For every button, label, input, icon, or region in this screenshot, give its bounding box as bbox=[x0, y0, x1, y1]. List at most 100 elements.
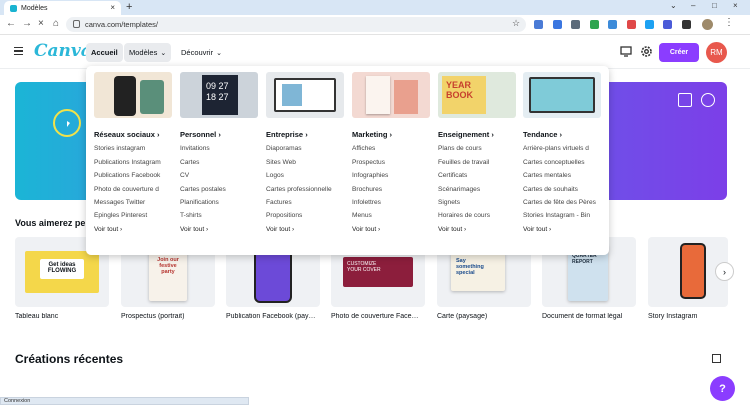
home-icon[interactable]: ⌂ bbox=[53, 18, 59, 29]
window-close-icon[interactable]: × bbox=[733, 1, 738, 10]
suggestions-title: Vous aimerez pe bbox=[15, 218, 86, 228]
column-image bbox=[266, 72, 344, 118]
menu-item[interactable]: Plans de cours bbox=[438, 145, 518, 152]
minimize-icon[interactable]: – bbox=[691, 1, 695, 10]
tile-label: Story Instagram bbox=[648, 313, 698, 320]
url-text: canva.com/templates/ bbox=[85, 20, 158, 29]
profile-avatar-icon[interactable] bbox=[702, 19, 713, 30]
menu-item[interactable]: CV bbox=[180, 172, 260, 179]
stop-icon[interactable]: × bbox=[38, 18, 44, 29]
chevron-down-icon: ⌄ bbox=[216, 49, 222, 57]
menu-item[interactable]: Factures bbox=[266, 199, 346, 206]
menu-item[interactable]: Stories Instagram - Bin bbox=[523, 212, 603, 219]
tile-thumbnail: Join our festive party bbox=[149, 247, 187, 301]
menu-item[interactable]: Signets bbox=[438, 199, 518, 206]
bookmark-star-icon[interactable]: ☆ bbox=[512, 18, 520, 29]
extension-icon[interactable] bbox=[663, 20, 672, 29]
menu-item[interactable]: Photo de couverture d bbox=[94, 186, 174, 193]
menu-item[interactable]: T-shirts bbox=[180, 212, 260, 219]
gear-icon[interactable] bbox=[640, 45, 653, 58]
menu-item[interactable]: Diaporamas bbox=[266, 145, 346, 152]
menu-item[interactable]: Planifications bbox=[180, 199, 260, 206]
lock-icon bbox=[73, 20, 80, 28]
see-all-link[interactable]: Voir tout › bbox=[438, 226, 518, 233]
menu-item[interactable]: Épingles Pinterest bbox=[94, 212, 174, 219]
back-icon[interactable]: ← bbox=[6, 18, 16, 29]
help-button[interactable]: ? bbox=[710, 376, 735, 401]
menu-item[interactable]: Propositions bbox=[266, 212, 346, 219]
tile-label: Publication Facebook (pay… bbox=[226, 313, 316, 320]
monitor-icon[interactable] bbox=[620, 46, 632, 57]
close-tab-icon[interactable]: × bbox=[110, 3, 115, 12]
carousel-next-button[interactable]: › bbox=[715, 262, 734, 281]
column-heading[interactable]: Entreprise › bbox=[266, 130, 346, 139]
column-heading[interactable]: Enseignement › bbox=[438, 130, 518, 139]
tile-label: Carte (paysage) bbox=[437, 313, 488, 320]
grid-view-icon[interactable] bbox=[712, 354, 721, 363]
extension-icon[interactable] bbox=[627, 20, 636, 29]
canva-logo[interactable]: Canva bbox=[34, 41, 92, 61]
recent-designs-title: Créations récentes bbox=[15, 352, 124, 366]
see-all-link[interactable]: Voir tout › bbox=[266, 226, 346, 233]
menu-item[interactable]: Cartes conceptuelles bbox=[523, 159, 603, 166]
user-avatar[interactable]: RM bbox=[706, 42, 727, 63]
tab-search-icon[interactable]: ⌄ bbox=[670, 1, 677, 10]
column-image: YEAR BOOK bbox=[438, 72, 516, 118]
menu-item[interactable]: Brochures bbox=[352, 186, 432, 193]
crop-icon[interactable] bbox=[678, 93, 692, 107]
menu-item[interactable]: Invitations bbox=[180, 145, 260, 152]
column-heading[interactable]: Tendance › bbox=[523, 130, 603, 139]
see-all-link[interactable]: Voir tout › bbox=[180, 226, 260, 233]
url-field[interactable]: canva.com/templates/ bbox=[66, 17, 526, 32]
see-all-link[interactable]: Voir tout › bbox=[523, 226, 603, 233]
menu-item[interactable]: Prospectus bbox=[352, 159, 432, 166]
canva-favicon-icon bbox=[10, 4, 17, 12]
menu-item[interactable]: Arrière-plans virtuels d bbox=[523, 145, 603, 152]
menu-item[interactable]: Logos bbox=[266, 172, 346, 179]
menu-item[interactable]: Messages Twitter bbox=[94, 199, 174, 206]
new-tab-icon[interactable]: + bbox=[126, 1, 132, 13]
menu-item[interactable]: Cartes mentales bbox=[523, 172, 603, 179]
nav-decouvrir[interactable]: Découvrir ⌄ bbox=[176, 43, 227, 62]
browser-menu-icon[interactable]: ⋮ bbox=[724, 17, 734, 28]
extension-icon[interactable] bbox=[608, 20, 617, 29]
menu-item[interactable]: Certificats bbox=[438, 172, 518, 179]
menu-item[interactable]: Infolettres bbox=[352, 199, 432, 206]
extension-icon[interactable] bbox=[645, 20, 654, 29]
maximize-icon[interactable]: □ bbox=[712, 1, 717, 10]
nav-accueil[interactable]: Accueil bbox=[86, 43, 123, 62]
menu-item[interactable]: Publications Instagram bbox=[94, 159, 174, 166]
menu-item[interactable]: Affiches bbox=[352, 145, 432, 152]
create-button[interactable]: Créer bbox=[659, 43, 699, 62]
menu-item[interactable]: Menus bbox=[352, 212, 432, 219]
menu-item[interactable]: Horaires de cours bbox=[438, 212, 518, 219]
column-heading[interactable]: Personnel › bbox=[180, 130, 260, 139]
menu-item[interactable]: Infographies bbox=[352, 172, 432, 179]
extension-icon[interactable] bbox=[571, 20, 580, 29]
menu-item[interactable]: Scénarimages bbox=[438, 186, 518, 193]
upload-cloud-icon[interactable] bbox=[701, 93, 715, 107]
column-heading[interactable]: Marketing › bbox=[352, 130, 432, 139]
menu-item[interactable]: Publications Facebook bbox=[94, 172, 174, 179]
extensions-puzzle-icon[interactable] bbox=[682, 20, 691, 29]
see-all-link[interactable]: Voir tout › bbox=[94, 226, 174, 233]
menu-item[interactable]: Cartes professionnelle bbox=[266, 186, 346, 193]
forward-icon[interactable]: → bbox=[22, 18, 32, 29]
menu-item[interactable]: Cartes de souhaits bbox=[523, 186, 603, 193]
column-heading[interactable]: Réseaux sociaux › bbox=[94, 130, 174, 139]
menu-item[interactable]: Feuilles de travail bbox=[438, 159, 518, 166]
tile-thumbnail: CUSTOMIZE YOUR COVER bbox=[343, 257, 413, 287]
menu-item[interactable]: Stories instagram bbox=[94, 145, 174, 152]
menu-item[interactable]: Cartes de fête des Pères bbox=[523, 199, 603, 206]
hamburger-menu-icon[interactable] bbox=[14, 47, 23, 55]
extension-icon[interactable] bbox=[590, 20, 599, 29]
extension-icon[interactable] bbox=[553, 20, 562, 29]
menu-column-marketing: Marketing › Affiches Prospectus Infograp… bbox=[352, 72, 432, 233]
menu-item[interactable]: Cartes bbox=[180, 159, 260, 166]
see-all-link[interactable]: Voir tout › bbox=[352, 226, 432, 233]
menu-item[interactable]: Cartes postales bbox=[180, 186, 260, 193]
nav-modeles[interactable]: Modèles ⌄ bbox=[124, 43, 172, 62]
menu-item[interactable]: Sites Web bbox=[266, 159, 346, 166]
extension-icon[interactable] bbox=[534, 20, 543, 29]
browser-tab[interactable]: Modèles × bbox=[4, 1, 121, 15]
